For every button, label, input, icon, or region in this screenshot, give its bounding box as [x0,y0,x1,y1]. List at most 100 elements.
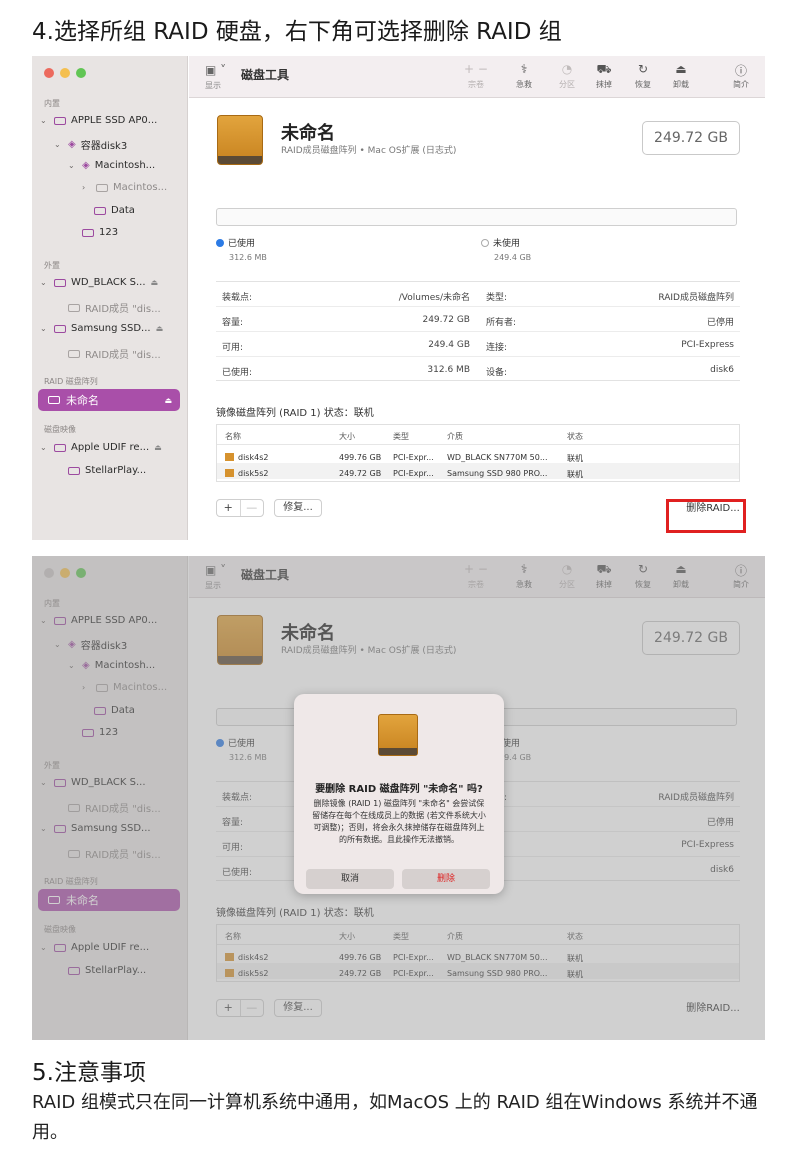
stethoscope-icon: ⚕ [520,62,528,76]
used-dot-icon [216,238,224,247]
disk-icon [54,116,66,125]
window-controls [44,68,86,78]
dialog-title: 要删除 RAID 磁盘阵列 "未命名" 吗? [315,784,483,795]
chevron-down-icon[interactable]: ⌄ [40,324,49,333]
sidebar-item-wd-black[interactable]: ⌄ WD_BLACK S... ⏏ [40,277,158,288]
info-button[interactable]: ⓘ 简介 [724,62,758,90]
repair-button[interactable]: 修复... [274,499,322,517]
free-value: 249.4 GB [494,253,532,262]
disk-icon [68,303,80,312]
info-icon: ⓘ [734,64,747,78]
delete-button[interactable]: 删除 [402,869,490,889]
free-dot-icon [481,238,489,247]
unmount-button[interactable]: ⏏ 卸载 [664,62,698,90]
sidebar-item-container[interactable]: ⌄ ◈ 容器disk3 [54,137,127,152]
restore-button[interactable]: ↻ 恢复 [626,62,660,90]
restore-icon: ↻ [637,62,649,76]
chevron-down-icon[interactable]: ⌄ [54,140,63,149]
highlight-box [666,499,746,533]
plus-icon: + − [464,62,488,76]
disk-icon [54,443,66,452]
disk-icon [96,183,108,192]
free-legend: 未使用 [481,236,520,249]
volume-disk-icon [217,115,263,165]
eject-icon: ⏏ [675,62,687,76]
disk-icon [94,206,106,215]
info-table: 装载点: /Volumes/未命名 类型: RAID成员磁盘阵列 容量: 249… [216,281,740,381]
info-row: 可用: 249.4 GB 连接: PCI-Express [216,332,740,357]
chevron-right-icon[interactable]: › [82,183,91,192]
capacity-box: 249.72 GB [642,121,740,155]
chevron-down-icon[interactable]: ⌄ [40,278,49,287]
sidebar-item-apple-udif[interactable]: ⌄ Apple UDIF re... ⏏ [40,442,162,453]
main-content: 未命名 RAID成员磁盘阵列 • Mac OS扩展 (日志式) 249.72 G… [189,99,765,540]
chevron-down-icon[interactable]: ⌄ [68,161,77,170]
eject-icon[interactable]: ⏏ [156,324,164,333]
sidebar: 内置 ⌄ APPLE SSD AP0... ⌄ ◈ 容器disk3 ⌄ ◈ Macinto… [32,56,188,540]
sidebar-item-macintos-snapshot[interactable]: › Macintos... [82,182,167,193]
add-volume-button[interactable]: + − 宗卷 [459,62,493,90]
raid-section-label: RAID 磁盘阵列 [44,377,98,386]
sidebar-item-macintosh[interactable]: ⌄ ◈ Macintosh... [68,160,155,171]
eject-icon[interactable]: ⏏ [151,278,159,287]
sidebar-item-samsung[interactable]: ⌄ Samsung SSD... ⏏ [40,323,163,334]
info-row: 装载点: /Volumes/未命名 类型: RAID成员磁盘阵列 [216,282,740,307]
sidebar-item-123[interactable]: 123 [82,227,118,238]
app-title: 磁盘工具 [241,68,290,82]
sidebar-item-raid-member-2[interactable]: RAID成员 "dis... [68,346,161,361]
disk-icon [48,396,60,404]
table-row[interactable]: disk5s2 249.72 GB PCI-Expr... Samsung SS… [217,463,739,479]
volume-name: 未命名 [281,123,335,144]
disk-utility-screenshot-2: 内置 ⌄ APPLE SSD AP0... ⌄ ◈ 容器disk3 ⌄ ◈ Macinto… [32,556,765,1040]
disk-icon [82,228,94,237]
erase-button[interactable]: ⛟ 抹掉 [587,62,621,90]
sidebar-item-apple-ssd[interactable]: ⌄ APPLE SSD AP0... [40,115,157,126]
external-section-label: 外置 [44,261,60,270]
info-row: 容量: 249.72 GB 所有者: 已停用 [216,307,740,332]
toolbar: ▣ ˅ 显示 磁盘工具 + − 宗卷 ⚕ 急救 ◔ 分区 ⛟ 抹掉 ↻ 恢复 ⏏ 卸载 ⓘ 简… [189,56,765,98]
disk-icon [54,324,66,333]
chevron-down-icon[interactable]: ⌄ [40,443,49,452]
sidebar-item-data[interactable]: Data [94,205,135,216]
close-window-button[interactable] [44,68,54,78]
add-remove-control: + — [216,499,264,517]
disk-icon [225,469,234,477]
disk-utility-screenshot-1: 内置 ⌄ APPLE SSD AP0... ⌄ ◈ 容器disk3 ⌄ ◈ Macinto… [32,56,765,540]
step4-heading: 4.选择所组 RAID 硬盘，右下角可选择删除 RAID 组 [32,19,562,45]
first-aid-button[interactable]: ⚕ 急救 [507,62,541,90]
cancel-button[interactable]: 取消 [306,869,394,889]
zoom-window-button[interactable] [76,68,86,78]
dialog-message: 删除镜像 (RAID 1) 磁盘阵列 "未命名" 会尝试保留储存在每个在线成员上… [312,799,486,844]
table-header: 名称 大小 类型 介质 状态 [217,425,739,445]
sidebar-item-stellar[interactable]: StellarPlay... [68,465,146,476]
used-value: 312.6 MB [229,253,267,262]
disk-icon [225,453,234,461]
used-legend: 已使用 [216,236,255,249]
image-section-label: 磁盘映像 [44,425,76,434]
dialog-disk-icon [378,714,418,756]
remove-member-button[interactable]: — [241,500,264,516]
eject-icon[interactable]: ⏏ [164,396,172,405]
sidebar-item-selected-raid[interactable]: 未命名 ⏏ [38,389,180,411]
disk-icon [68,466,80,475]
disk-icon [68,349,80,358]
raid-member-table: 名称 大小 类型 介质 状态 disk4s2 499.76 GB PCI-Exp… [216,424,740,482]
chevron-down-icon[interactable]: ⌄ [40,116,49,125]
usage-bar [216,208,737,226]
add-member-button[interactable]: + [217,500,241,516]
pie-chart-icon: ◔ [561,62,573,76]
internal-section-label: 内置 [44,99,60,108]
table-row[interactable]: disk4s2 499.76 GB PCI-Expr... WD_BLACK S… [217,447,739,463]
sidebar-toggle-icon[interactable]: ▣ ˅ [205,63,226,77]
show-label: 显示 [205,81,221,90]
sidebar-item-raid-member-1[interactable]: RAID成员 "dis... [68,300,161,315]
cube-icon: ◈ [68,139,76,150]
delete-raid-dialog: 要删除 RAID 磁盘阵列 "未命名" 吗? 删除镜像 (RAID 1) 磁盘阵… [294,694,504,894]
erase-icon: ⛟ [596,62,612,76]
disk-icon [54,278,66,287]
stack-icon: ◈ [82,160,90,171]
minimize-window-button[interactable] [60,68,70,78]
eject-icon[interactable]: ⏏ [154,443,162,452]
note-paragraph: RAID 组模式只在同一计算机系统中通用，如MacOS 上的 RAID 组在Wi… [32,1092,758,1143]
partition-button[interactable]: ◔ 分区 [550,62,584,90]
